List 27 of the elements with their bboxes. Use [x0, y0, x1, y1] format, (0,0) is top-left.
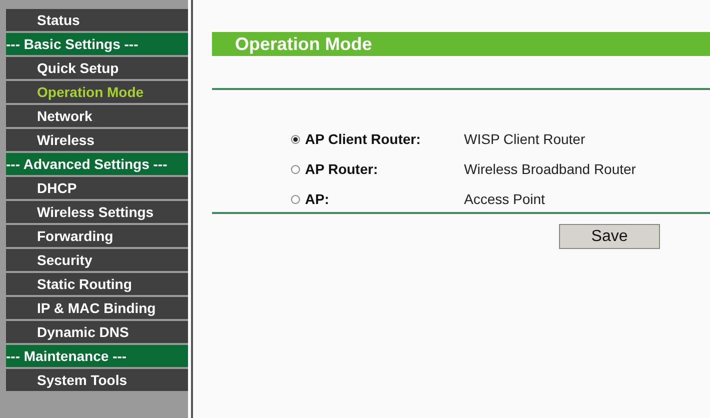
menu-section-header: --- Basic Settings ---: [6, 33, 188, 55]
menu-item[interactable]: Dynamic DNS: [6, 321, 188, 343]
radio-button[interactable]: [291, 134, 300, 144]
mode-description: Wireless Broadband Router: [464, 161, 636, 177]
menu-section-header: --- Maintenance ---: [6, 345, 188, 367]
menu-item[interactable]: DHCP: [6, 177, 188, 199]
menu-item[interactable]: Quick Setup: [6, 57, 188, 79]
menu-item[interactable]: Static Routing: [6, 273, 188, 295]
menu-item[interactable]: IP & MAC Binding: [6, 297, 188, 319]
mode-description: Access Point: [464, 191, 545, 207]
radio-button[interactable]: [291, 194, 300, 204]
mode-description: WISP Client Router: [464, 131, 586, 147]
mode-label: AP Router:: [305, 161, 378, 177]
mode-label: AP Client Router:: [305, 131, 421, 147]
mode-label: AP:: [305, 191, 330, 207]
menu-item[interactable]: System Tools: [6, 369, 188, 391]
menu-item[interactable]: Forwarding: [6, 225, 188, 247]
panel-title: Operation Mode: [212, 32, 710, 56]
menu-item[interactable]: Status: [6, 9, 188, 31]
menu-item[interactable]: Wireless: [6, 129, 188, 151]
save-button[interactable]: Save: [559, 224, 660, 249]
menu-item[interactable]: Operation Mode: [6, 81, 188, 103]
menu-item[interactable]: Network: [6, 105, 188, 127]
menu-section-header: --- Advanced Settings ---: [6, 153, 188, 175]
radio-button[interactable]: [291, 164, 300, 174]
menu-item[interactable]: Security: [6, 249, 188, 271]
menu-item[interactable]: Wireless Settings: [6, 201, 188, 223]
